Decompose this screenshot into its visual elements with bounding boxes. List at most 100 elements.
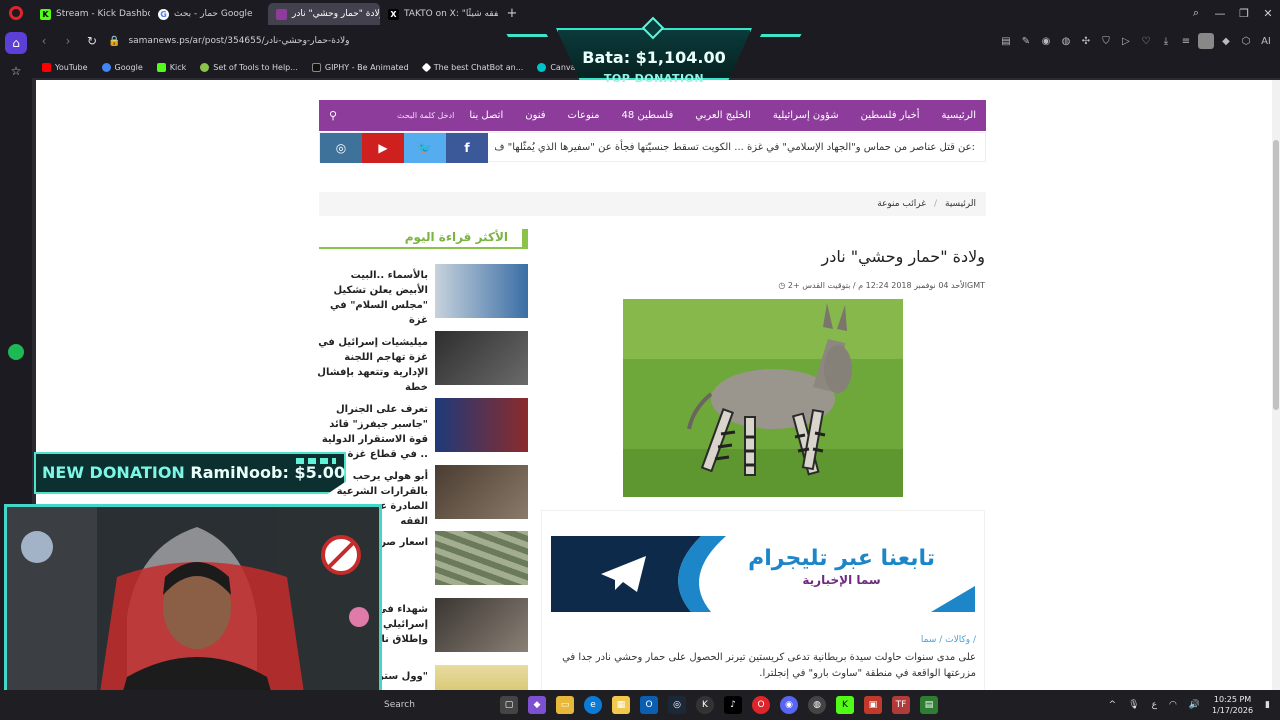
bookmark-tools[interactable]: Set of Tools to Help...	[200, 62, 298, 72]
instagram-icon[interactable]: ◎	[320, 133, 362, 163]
tab-samanews-article[interactable]: ولادة "حمار وحشي" نادر - ...	[268, 3, 380, 25]
news-thumbnail[interactable]	[435, 331, 528, 385]
outlook-icon[interactable]: O	[640, 696, 658, 714]
tools-icon	[200, 62, 210, 72]
most-read-item[interactable]: تعرف على الجنرال "جاسبر جيفرز" قائد قوة …	[319, 398, 528, 460]
search-placeholder[interactable]: ادخل كلمة البحث	[397, 111, 454, 120]
camera-icon[interactable]: ◉	[1038, 33, 1054, 49]
news-title[interactable]: ميليشيات إسرائيل في غزة تهاجم اللجنة الإ…	[316, 335, 428, 395]
notes-icon[interactable]: ▦	[612, 696, 630, 714]
news-thumbnail[interactable]	[435, 465, 528, 519]
wifi-icon[interactable]: ◠	[1169, 700, 1177, 710]
system-tray: ^ 🎙 ع ◠ 🔊 10:25 PM 1/17/2026 ▮	[1109, 690, 1270, 720]
opera-icon[interactable]: O	[752, 696, 770, 714]
ticker-bar: ◎ ▶ 🐦 f :عن قتل عناصر من حماس و"الجهاد ا…	[319, 132, 986, 163]
app-green-icon[interactable]: ▤	[920, 696, 938, 714]
lock-icon: 🔒	[108, 35, 121, 47]
news-thumbnail[interactable]	[435, 665, 528, 690]
profile-avatar[interactable]	[1198, 33, 1214, 49]
app-icon[interactable]: K	[696, 696, 714, 714]
twitter-icon[interactable]: 🐦	[404, 133, 446, 163]
extension-icon[interactable]: ✣	[1078, 33, 1094, 49]
nav-item-arts[interactable]: فنون	[525, 110, 545, 121]
chevron-up-icon[interactable]: ^	[1109, 700, 1117, 710]
tiktok-icon[interactable]: ♪	[724, 696, 742, 714]
kick-icon[interactable]: K	[836, 696, 854, 714]
vpn-icon[interactable]: ◍	[1058, 33, 1074, 49]
heart-icon[interactable]: ♡	[1138, 33, 1154, 49]
news-title[interactable]: بالأسماء ..البيت الأبيض يعلن تشكيل "مجلس…	[316, 268, 428, 328]
taskbar-clock[interactable]: 10:25 PM 1/17/2026	[1212, 694, 1253, 716]
search-icon[interactable]: ⚲	[319, 109, 347, 122]
page-scrollbar[interactable]	[1272, 80, 1280, 690]
tab-x-post[interactable]: X TAKTO on X: "لا يفقه شيئًا	[380, 3, 498, 25]
tf-icon[interactable]: TF	[892, 696, 910, 714]
close-button[interactable]: ✕	[1256, 7, 1280, 20]
bookmark-kick[interactable]: Kick	[156, 62, 186, 72]
minimize-button[interactable]: —	[1208, 7, 1232, 20]
maximize-button[interactable]: ❐	[1232, 7, 1256, 20]
edge-icon[interactable]: e	[584, 696, 602, 714]
site-search[interactable]: ⚲ ادخل كلمة البحث	[319, 100, 479, 131]
diamond-icon[interactable]: ◆	[1218, 33, 1234, 49]
task-view-icon[interactable]: ▢	[500, 696, 518, 714]
bookmark-youtube[interactable]: YouTube	[42, 62, 88, 72]
menu-icon[interactable]: ≡	[1178, 33, 1194, 49]
url-field[interactable]: 🔒 samanews.ps/ar/post/354655/ولادة-حمار-…	[108, 36, 349, 47]
nav-item-palestine[interactable]: أخبار فلسطين	[861, 110, 920, 121]
nav-item-palestine48[interactable]: فلسطين 48	[622, 110, 674, 121]
nav-item-gulf[interactable]: الخليج العربي	[695, 110, 751, 121]
edit-icon[interactable]: ✎	[1018, 33, 1034, 49]
search-tabs-icon[interactable]: ⌕	[1184, 6, 1208, 20]
back-icon[interactable]: ‹	[32, 34, 56, 48]
breadcrumb-section[interactable]: غرائب منوعة	[877, 199, 926, 209]
bookmark-google[interactable]: Google	[101, 62, 143, 72]
volume-icon[interactable]: 🔊	[1189, 700, 1200, 710]
copilot-icon[interactable]: ◆	[528, 696, 546, 714]
top-donation-overlay: Bata: $1,104.00 TOP DONATION	[506, 16, 802, 90]
star-icon[interactable]: ☆	[5, 60, 27, 82]
spotify-icon[interactable]	[8, 344, 24, 360]
shield-icon[interactable]: ⛉	[1098, 33, 1114, 49]
nav-item-misc[interactable]: منوعات	[568, 110, 600, 121]
file-explorer-icon[interactable]: ▭	[556, 696, 574, 714]
breadcrumb-home[interactable]: الرئيسية	[945, 199, 976, 209]
discord-icon[interactable]: ◉	[780, 696, 798, 714]
ai-button[interactable]: AI	[1258, 33, 1274, 49]
reload-icon[interactable]: ↻	[80, 34, 104, 48]
notification-icon[interactable]: ▮	[1265, 700, 1270, 710]
article-source[interactable]: وكالات / سما /	[541, 635, 976, 645]
nav-item-israel[interactable]: شؤون إسرائيلية	[773, 110, 839, 121]
steam-icon[interactable]: ◎	[668, 696, 686, 714]
home-icon[interactable]: ⌂	[5, 32, 27, 54]
microphone-icon[interactable]: 🎙	[1128, 700, 1139, 710]
new-tab-button[interactable]: +	[504, 5, 520, 21]
taskbar-search[interactable]: Search	[380, 695, 500, 715]
tab-google-search[interactable]: G حمار - بحث Google	[150, 3, 268, 25]
bookmark-giphy[interactable]: GIPHY - Be Animated	[311, 62, 409, 72]
sidebar-toggle-icon[interactable]: ▤	[998, 33, 1014, 49]
download-icon[interactable]: ⤓	[1158, 33, 1174, 49]
news-thumbnail[interactable]	[435, 264, 528, 318]
news-thumbnail[interactable]	[435, 531, 528, 585]
play-icon[interactable]: ▷	[1118, 33, 1134, 49]
bookmark-chatbot[interactable]: The best ChatBot an...	[421, 62, 523, 72]
facebook-icon[interactable]: f	[446, 133, 488, 163]
app-red-icon[interactable]: ▣	[864, 696, 882, 714]
youtube-icon[interactable]: ▶	[362, 133, 404, 163]
cube-icon[interactable]: ⬡	[1238, 33, 1254, 49]
most-read-item[interactable]: ميليشيات إسرائيل في غزة تهاجم اللجنة الإ…	[317, 331, 528, 393]
news-ticker[interactable]: :عن قتل عناصر من حماس و"الجهاد الإسلامي"…	[495, 133, 975, 163]
most-read-title: الأكثر قراءة اليوم	[404, 230, 508, 244]
most-read-item[interactable]: بالأسماء ..البيت الأبيض يعلن تشكيل "مجلس…	[319, 264, 528, 326]
obs-icon[interactable]: ◍	[808, 696, 826, 714]
language-indicator[interactable]: ع	[1152, 700, 1157, 710]
tab-kick-dashboard[interactable]: K Stream - Kick Dashboard	[32, 3, 150, 25]
opera-logo-icon[interactable]	[0, 0, 32, 26]
scrollbar-thumb[interactable]	[1273, 140, 1279, 410]
nav-item-home[interactable]: الرئيسية	[942, 110, 976, 121]
telegram-banner[interactable]: تابعنا عبر تليجرام سما الإخبارية	[551, 536, 975, 612]
news-thumbnail[interactable]	[435, 398, 528, 452]
news-thumbnail[interactable]	[435, 598, 528, 652]
forward-icon[interactable]: ›	[56, 34, 80, 48]
